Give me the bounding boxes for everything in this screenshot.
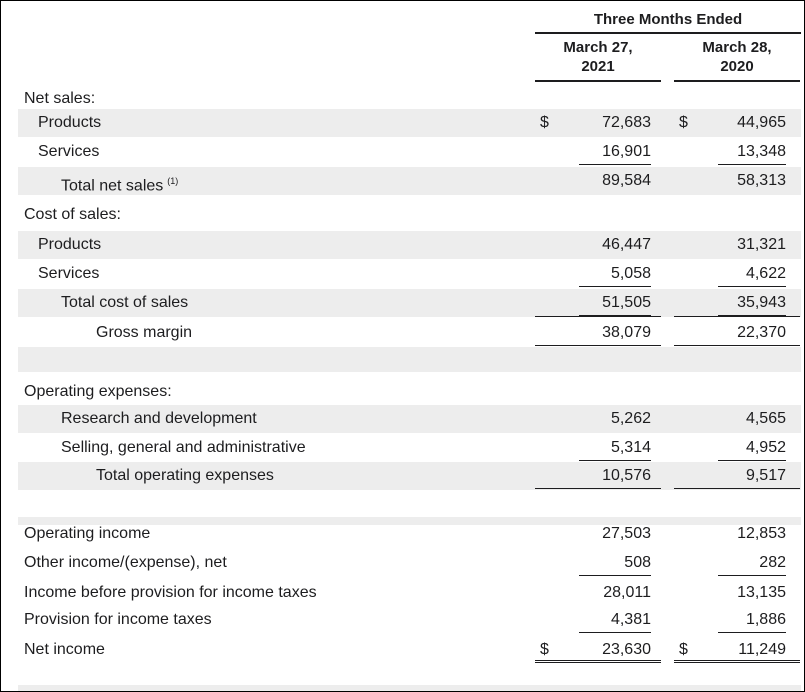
row-label: Operating income [24, 525, 151, 542]
spacer-row [18, 347, 801, 372]
column-header-2021-date: March 27, [563, 39, 633, 56]
row-label: Gross margin [96, 324, 193, 341]
total-cost-rule-2021 [535, 316, 661, 317]
row-label: Cost of sales: [24, 206, 121, 223]
total-opex-rule-2021 [535, 488, 661, 489]
currency-symbol: $ [679, 114, 688, 131]
row-label: Income before provision for income taxes [24, 584, 317, 601]
row-label: Selling, general and administrative [61, 439, 306, 456]
value-2020: 9,517 [745, 467, 786, 484]
value-2021: 16,901 [579, 138, 651, 165]
row-label: Services [38, 265, 100, 282]
value-2020: 31,321 [737, 236, 786, 253]
value-2021: 28,011 [603, 584, 651, 601]
value-2020: 4,622 [718, 260, 786, 287]
value-2021: 72,683 [602, 114, 651, 131]
row-provision-tax: Provision for income taxes 4,381 1,886 [18, 606, 801, 634]
value-2021: 10,576 [602, 467, 651, 484]
value-2020: 13,135 [737, 584, 786, 601]
value-2020: 282 [718, 549, 786, 576]
row-other-income: Other income/(expense), net 508 282 [18, 549, 801, 577]
value-2021: 51,505 [579, 289, 651, 316]
row-opex-header: Operating expenses: [18, 378, 801, 406]
row-label: Total net sales (1) [61, 167, 178, 200]
net-income-double-rule-2020 [674, 660, 800, 663]
row-label: Total operating expenses [96, 467, 274, 484]
value-2020: 35,943 [718, 289, 786, 316]
value-2021: 4,381 [579, 606, 651, 633]
value-2021: 508 [579, 549, 651, 576]
row-label-text: Total net sales [61, 177, 164, 195]
row-label: Other income/(expense), net [24, 554, 227, 571]
value-2021: 27,503 [602, 525, 651, 542]
row-label: Products [38, 236, 102, 253]
gross-margin-rule-2021 [535, 345, 661, 346]
row-total-opex: Total operating expenses 10,576 9,517 [18, 462, 801, 490]
value-2020: 4,565 [745, 410, 786, 427]
total-cost-rule-2020 [674, 316, 800, 317]
income-statement-frame: Three Months Ended March 27, 2021 March … [0, 0, 805, 692]
row-label: Research and development [61, 410, 257, 427]
value-2021: 5,314 [579, 434, 651, 461]
value-2021: 89,584 [602, 172, 651, 189]
row-label: Operating expenses: [24, 383, 172, 400]
value-2021: 46,447 [602, 236, 651, 253]
column-header-2020-date: March 28, [702, 39, 772, 56]
row-label: Products [38, 114, 102, 131]
row-operating-income: Operating income 27,503 12,853 [18, 520, 801, 548]
period-header: Three Months Ended [535, 11, 801, 34]
row-products-sales: Products $ 72,683 $ 44,965 [18, 109, 801, 137]
gross-margin-rule-2020 [674, 345, 800, 346]
row-label: Total cost of sales [61, 294, 189, 311]
row-sga: Selling, general and administrative 5,31… [18, 434, 801, 462]
column-header-2020-year: 2020 [720, 58, 754, 75]
value-2021: 5,058 [579, 260, 651, 287]
column-header-2021: March 27, 2021 [535, 38, 661, 82]
row-gross-margin: Gross margin 38,079 22,370 [18, 319, 801, 347]
row-cost-header: Cost of sales: [18, 201, 801, 229]
bottom-band [18, 685, 801, 691]
column-header-2020: March 28, 2020 [674, 38, 800, 82]
value-2021: 5,262 [610, 410, 651, 427]
net-income-double-rule-2021 [535, 660, 661, 663]
row-services-cost: Services 5,058 4,622 [18, 260, 801, 288]
row-rnd: Research and development 5,262 4,565 [18, 405, 801, 433]
row-total-cost: Total cost of sales 51,505 35,943 [18, 289, 801, 317]
value-2020: 44,965 [737, 114, 786, 131]
total-opex-rule-2020 [674, 488, 800, 489]
value-2020: 13,348 [718, 138, 786, 165]
row-label: Provision for income taxes [24, 611, 212, 628]
row-income-before-tax: Income before provision for income taxes… [18, 579, 801, 607]
value-2021: 23,630 [602, 641, 651, 658]
value-2020: 58,313 [737, 172, 786, 189]
column-header-2021-year: 2021 [581, 58, 615, 75]
row-label: Net income [24, 641, 105, 658]
row-products-cost: Products 46,447 31,321 [18, 231, 801, 259]
value-2020: 11,249 [738, 641, 786, 658]
value-2020: 1,886 [718, 606, 786, 633]
value-2020: 4,952 [718, 434, 786, 461]
row-services-sales: Services 16,901 13,348 [18, 138, 801, 166]
currency-symbol: $ [540, 114, 549, 131]
value-2021: 38,079 [602, 324, 651, 341]
row-label: Services [38, 143, 100, 160]
value-2020: 12,853 [737, 525, 786, 542]
footnote-marker: (1) [167, 176, 179, 186]
value-2020: 22,370 [737, 324, 786, 341]
row-total-net-sales: Total net sales (1) 89,584 58,313 [18, 167, 801, 195]
